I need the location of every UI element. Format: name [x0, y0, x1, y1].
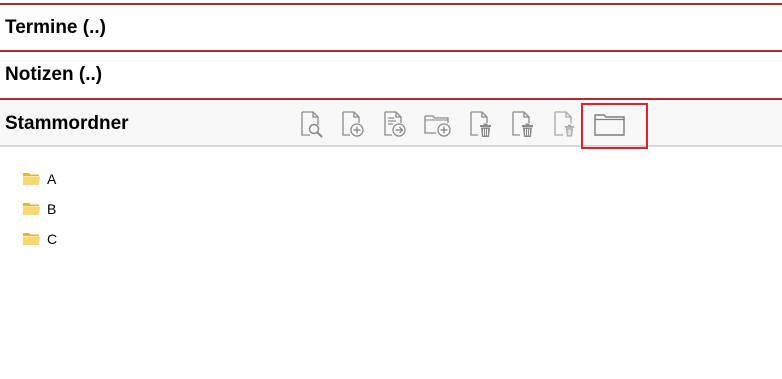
- document-add-button[interactable]: [338, 109, 368, 139]
- section-title-termine[interactable]: Termine (..): [5, 17, 106, 39]
- section-stammordner: Stammordner: [0, 98, 782, 147]
- folder-icon: [23, 233, 40, 245]
- tree-item-label: C: [47, 231, 58, 247]
- folder-add-button[interactable]: [423, 109, 453, 139]
- document-move-icon: [384, 111, 406, 137]
- tree-item-a[interactable]: A: [22, 164, 57, 194]
- tree-item-label: A: [47, 171, 57, 187]
- folder-icon: [23, 173, 40, 185]
- tree-item-c[interactable]: C: [22, 224, 57, 254]
- document-delete-button-2[interactable]: [508, 109, 538, 139]
- document-delete-small-button[interactable]: [550, 109, 580, 139]
- section-title-stammordner[interactable]: Stammordner: [5, 113, 129, 135]
- section-notizen[interactable]: Notizen (..): [0, 50, 782, 98]
- section-termine[interactable]: Termine (..): [0, 3, 782, 50]
- document-delete-icon: [470, 111, 491, 137]
- document-add-icon: [342, 111, 364, 137]
- document-search-icon: [301, 111, 323, 138]
- section-title-notizen[interactable]: Notizen (..): [5, 64, 102, 86]
- document-search-button[interactable]: [296, 109, 326, 139]
- tree-item-b[interactable]: B: [22, 194, 57, 224]
- folder-tree: A B C: [22, 164, 57, 254]
- folder-add-icon: [424, 115, 451, 137]
- tree-item-label: B: [47, 201, 57, 217]
- toolbar-highlight-frame: [581, 103, 648, 149]
- document-delete-icon: [512, 111, 533, 137]
- document-move-button[interactable]: [380, 109, 410, 139]
- document-delete-button[interactable]: [466, 109, 496, 139]
- folder-icon: [23, 203, 40, 215]
- document-delete-small-icon: [554, 111, 574, 137]
